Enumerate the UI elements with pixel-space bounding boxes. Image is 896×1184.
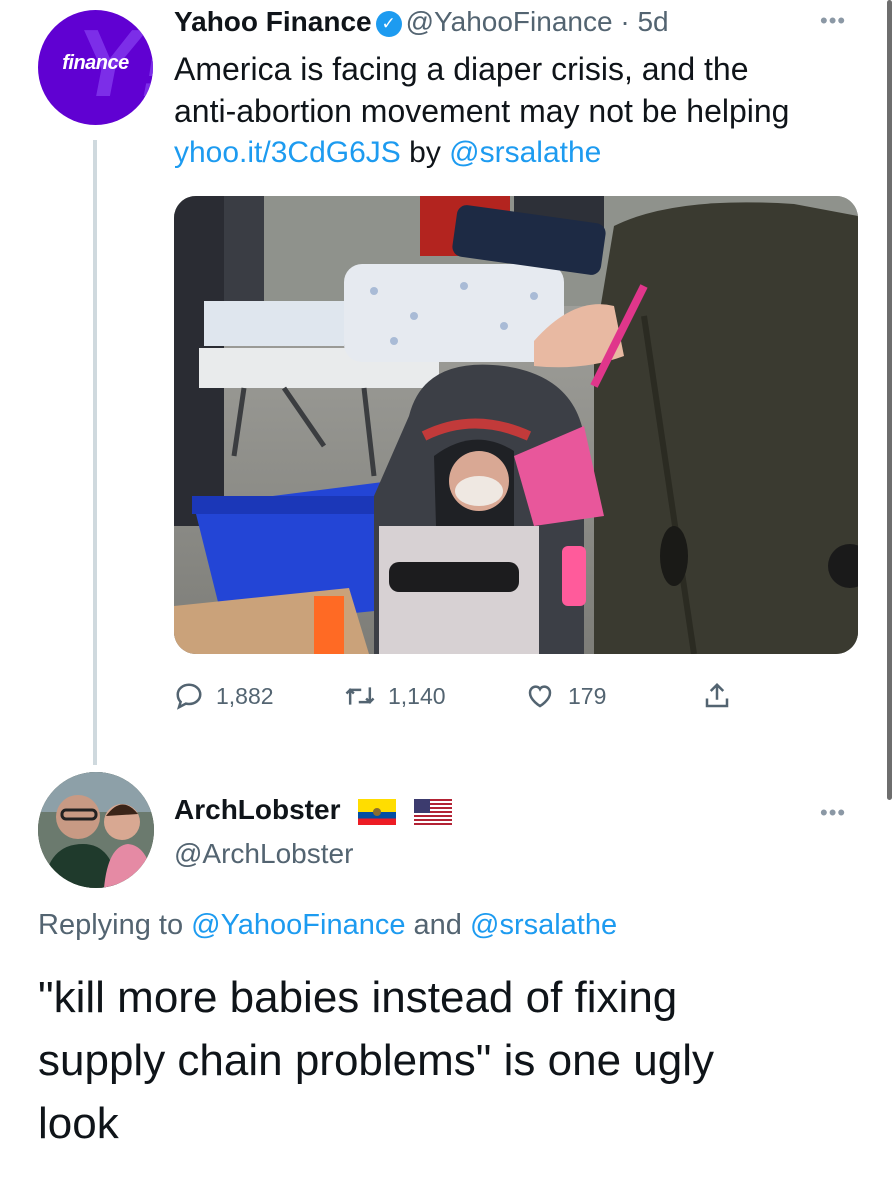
tweet-header: Yahoo Finance ✓ @YahooFinance · 5d — [174, 4, 669, 40]
profile-photo — [38, 772, 154, 888]
reply-header: ArchLobster — [174, 792, 453, 828]
verified-badge-icon: ✓ — [375, 10, 402, 37]
tweet-photo[interactable] — [174, 196, 858, 654]
archlobster-avatar[interactable] — [38, 772, 154, 888]
share-upload-icon — [705, 682, 729, 708]
author-name[interactable]: Yahoo Finance — [174, 6, 372, 37]
tweet-text-line: anti-abortion movement may not be helpin… — [174, 93, 790, 129]
replying-to-label: Replying to — [38, 909, 184, 941]
reply-count: 1,882 — [216, 682, 274, 709]
retweet-count: 1,140 — [388, 682, 446, 709]
us-flag-icon — [414, 798, 453, 825]
reply-body: "kill more babies instead of fixing supp… — [38, 966, 878, 1155]
like-count: 179 — [568, 682, 607, 709]
replying-to-line: Replying to @YahooFinance and @srsalathe — [38, 906, 617, 944]
yahoo-finance-avatar[interactable]: Y! finance — [38, 10, 153, 125]
author-handle[interactable]: @YahooFinance — [406, 6, 613, 37]
replying-to-mention[interactable]: @YahooFinance — [191, 909, 405, 941]
scrollbar[interactable] — [887, 0, 892, 800]
heart-icon — [528, 685, 552, 708]
dot-separator: · — [620, 6, 630, 37]
tweet-text-line: America is facing a diaper crisis, and t… — [174, 51, 749, 87]
tweet-link[interactable]: yhoo.it/3CdG6JS — [174, 136, 401, 169]
more-options-icon[interactable]: ••• — [820, 8, 846, 34]
thread-connector-line — [93, 140, 97, 765]
reply-handle[interactable]: @ArchLobster — [174, 836, 353, 872]
retweet-arrows-icon — [345, 687, 375, 705]
tweet-body: America is facing a diaper crisis, and t… — [174, 48, 854, 174]
like-action[interactable]: 179 — [524, 676, 606, 716]
reply-action[interactable]: 1,882 — [174, 676, 274, 716]
reply-more-options-icon[interactable]: ••• — [820, 800, 846, 826]
ecuador-flag-icon — [358, 798, 397, 825]
diaper-distribution-photo — [174, 196, 858, 654]
reply-bubble-icon — [176, 683, 202, 710]
tweet-age[interactable]: 5d — [637, 6, 668, 37]
share-action[interactable] — [702, 676, 744, 716]
reply-text-line: "kill more babies instead of fixing — [38, 973, 678, 1022]
reply-text-line: supply chain problems" is one ugly — [38, 1036, 714, 1085]
by-label: by — [409, 136, 441, 169]
tweet-link-line: yhoo.it/3CdG6JS by @srsalathe — [174, 132, 854, 174]
reply-author-name[interactable]: ArchLobster — [174, 794, 340, 825]
replying-to-mention[interactable]: @srsalathe — [470, 909, 617, 941]
avatar-finance-wordmark: finance — [62, 52, 129, 74]
reply-text-line: look — [38, 1099, 119, 1148]
replying-and-label: and — [413, 909, 462, 941]
mention-link[interactable]: @srsalathe — [449, 136, 601, 169]
retweet-action[interactable]: 1,140 — [344, 676, 446, 716]
